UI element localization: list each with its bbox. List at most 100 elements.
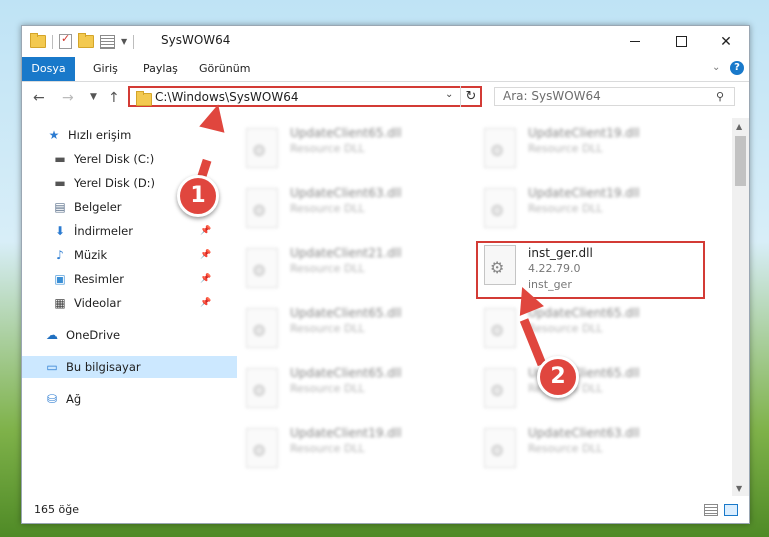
forward-arrow-icon[interactable]: → <box>62 90 74 106</box>
sidebar-item-pictures[interactable]: ▣ Resimler 📌 <box>22 268 245 290</box>
file-description: Resource DLL <box>528 202 603 215</box>
address-bar[interactable]: C:\Windows\SysWOW64 ⌄ ↻ <box>128 86 482 107</box>
file-name: UpdateClient19.dll <box>528 186 640 200</box>
file-name: UpdateClient21.dll <box>290 246 402 260</box>
file-description: Resource DLL <box>528 322 603 335</box>
refresh-icon[interactable]: ↻ <box>460 86 481 107</box>
tab-view[interactable]: Görünüm <box>199 57 250 81</box>
dll-file-icon <box>484 308 516 348</box>
file-description: Resource DLL <box>290 322 365 335</box>
sidebar-item-videos[interactable]: ▦ Videolar 📌 <box>22 292 245 314</box>
quick-access-toolbar: ▼ <box>30 32 135 49</box>
tab-home[interactable]: Giriş <box>93 57 118 81</box>
sidebar-item-label: Belgeler <box>74 200 122 214</box>
new-folder-icon[interactable] <box>78 33 94 48</box>
file-name: UpdateClient19.dll <box>290 426 402 440</box>
pin-icon[interactable]: 📌 <box>200 292 211 314</box>
folder-icon <box>136 91 152 106</box>
file-name: UpdateClient65.dll <box>528 306 640 320</box>
file-item[interactable]: UpdateClient63.dll Resource DLL <box>246 186 456 238</box>
star-icon: ★ <box>48 128 60 142</box>
file-description: Resource DLL <box>290 262 365 275</box>
maximize-button[interactable] <box>658 26 704 57</box>
details-view-icon[interactable] <box>704 504 718 516</box>
file-name: UpdateClient65.dll <box>290 126 402 140</box>
recent-locations-icon[interactable]: ▼ <box>90 92 97 102</box>
step-badge-1: 1 <box>177 175 219 217</box>
customize-toolbar-icon[interactable] <box>100 34 115 49</box>
ribbon-tabs: Dosya Giriş Paylaş Görünüm ⌄ ? <box>22 57 749 82</box>
search-input[interactable]: Ara: SysWOW64 ⚲ <box>494 87 735 106</box>
dll-file-icon <box>246 128 278 168</box>
file-item[interactable]: UpdateClient65.dll Resource DLL <box>246 306 456 358</box>
expand-ribbon-icon[interactable]: ⌄ <box>712 62 720 73</box>
toolbar-separator <box>52 34 53 49</box>
file-item[interactable]: UpdateClient19.dll Resource DLL <box>484 186 694 238</box>
document-icon: ▤ <box>54 200 66 214</box>
sidebar-item-music[interactable]: ♪ Müzik 📌 <box>22 244 245 266</box>
cloud-icon: ☁ <box>46 328 58 342</box>
sidebar-item-label: Hızlı erişim <box>68 128 132 142</box>
network-icon: ⛁ <box>46 392 58 406</box>
file-name: UpdateClient63.dll <box>290 186 402 200</box>
maximize-icon <box>675 36 687 47</box>
minimize-icon <box>630 41 640 42</box>
dll-file-icon <box>246 428 278 468</box>
close-button[interactable]: ✕ <box>703 26 749 57</box>
chevron-down-icon[interactable]: ▼ <box>121 37 127 46</box>
folder-icon <box>30 33 46 48</box>
sidebar-item-label: Yerel Disk (C:) <box>74 152 155 166</box>
file-item[interactable]: UpdateClient65.dll Resource DLL <box>246 366 456 418</box>
dll-file-icon <box>484 428 516 468</box>
scroll-up-icon[interactable]: ▲ <box>736 122 742 131</box>
sidebar-item-this-pc[interactable]: ▭ Bu bilgisayar <box>22 356 237 378</box>
file-item[interactable]: UpdateClient19.dll Resource DLL <box>484 126 694 178</box>
properties-check-icon[interactable] <box>59 32 72 49</box>
file-description: Resource DLL <box>528 142 603 155</box>
navigation-pane: ★ Hızlı erişim ▬ Yerel Disk (C:) ▬ Yerel… <box>22 118 237 496</box>
sidebar-item-label: Müzik <box>74 248 108 262</box>
pin-icon[interactable]: 📌 <box>200 268 211 290</box>
scroll-down-icon[interactable]: ▼ <box>736 484 742 493</box>
item-count: 165 öğe <box>34 503 79 516</box>
minimize-button[interactable] <box>612 26 658 57</box>
file-description: Resource DLL <box>528 442 603 455</box>
file-item[interactable]: UpdateClient19.dll Resource DLL <box>246 426 456 478</box>
status-bar: 165 öğe <box>22 498 749 523</box>
dll-file-icon <box>484 188 516 228</box>
sidebar-item-label: Bu bilgisayar <box>66 360 141 374</box>
file-item[interactable]: UpdateClient63.dll Resource DLL <box>484 426 694 478</box>
pin-icon[interactable]: 📌 <box>200 244 211 266</box>
file-item[interactable]: UpdateClient65.dll Resource DLL <box>484 366 694 418</box>
sidebar-item-label: OneDrive <box>66 328 121 342</box>
dll-file-icon <box>484 128 516 168</box>
sidebar-item-onedrive[interactable]: ☁ OneDrive <box>22 324 237 346</box>
file-item[interactable]: UpdateClient21.dll Resource DLL <box>246 246 456 298</box>
file-name: UpdateClient19.dll <box>528 126 640 140</box>
dll-file-icon <box>484 368 516 408</box>
sidebar-item-network[interactable]: ⛁ Ağ <box>22 388 237 410</box>
scroll-thumb[interactable] <box>735 136 746 186</box>
tab-file[interactable]: Dosya <box>22 57 75 81</box>
sidebar-item-drive-c[interactable]: ▬ Yerel Disk (C:) <box>22 148 245 170</box>
help-icon[interactable]: ? <box>730 61 744 75</box>
chevron-down-icon[interactable]: ⌄ <box>445 89 453 100</box>
back-arrow-icon[interactable]: ← <box>33 90 45 106</box>
vertical-scrollbar[interactable]: ▲ ▼ <box>732 118 749 496</box>
address-path[interactable]: C:\Windows\SysWOW64 <box>155 90 299 104</box>
sidebar-item-downloads[interactable]: ⬇ İndirmeler 📌 <box>22 220 245 242</box>
sidebar-item-label: Ağ <box>66 392 82 406</box>
search-icon[interactable]: ⚲ <box>716 90 724 103</box>
navigation-bar: ← → ▼ ↑ C:\Windows\SysWOW64 ⌄ ↻ Ara: Sys… <box>22 82 749 114</box>
step-badge-2: 2 <box>537 356 579 398</box>
toolbar-separator <box>133 34 135 49</box>
tiles-view-icon[interactable] <box>724 504 738 516</box>
file-item[interactable]: UpdateClient65.dll Resource DLL <box>484 306 694 358</box>
tab-share[interactable]: Paylaş <box>143 57 178 81</box>
file-description: Resource DLL <box>290 142 365 155</box>
up-arrow-icon[interactable]: ↑ <box>108 90 120 106</box>
sidebar-item-label: Yerel Disk (D:) <box>74 176 156 190</box>
file-item[interactable]: UpdateClient65.dll Resource DLL <box>246 126 456 178</box>
file-name: UpdateClient63.dll <box>528 426 640 440</box>
pin-icon[interactable]: 📌 <box>200 220 211 242</box>
